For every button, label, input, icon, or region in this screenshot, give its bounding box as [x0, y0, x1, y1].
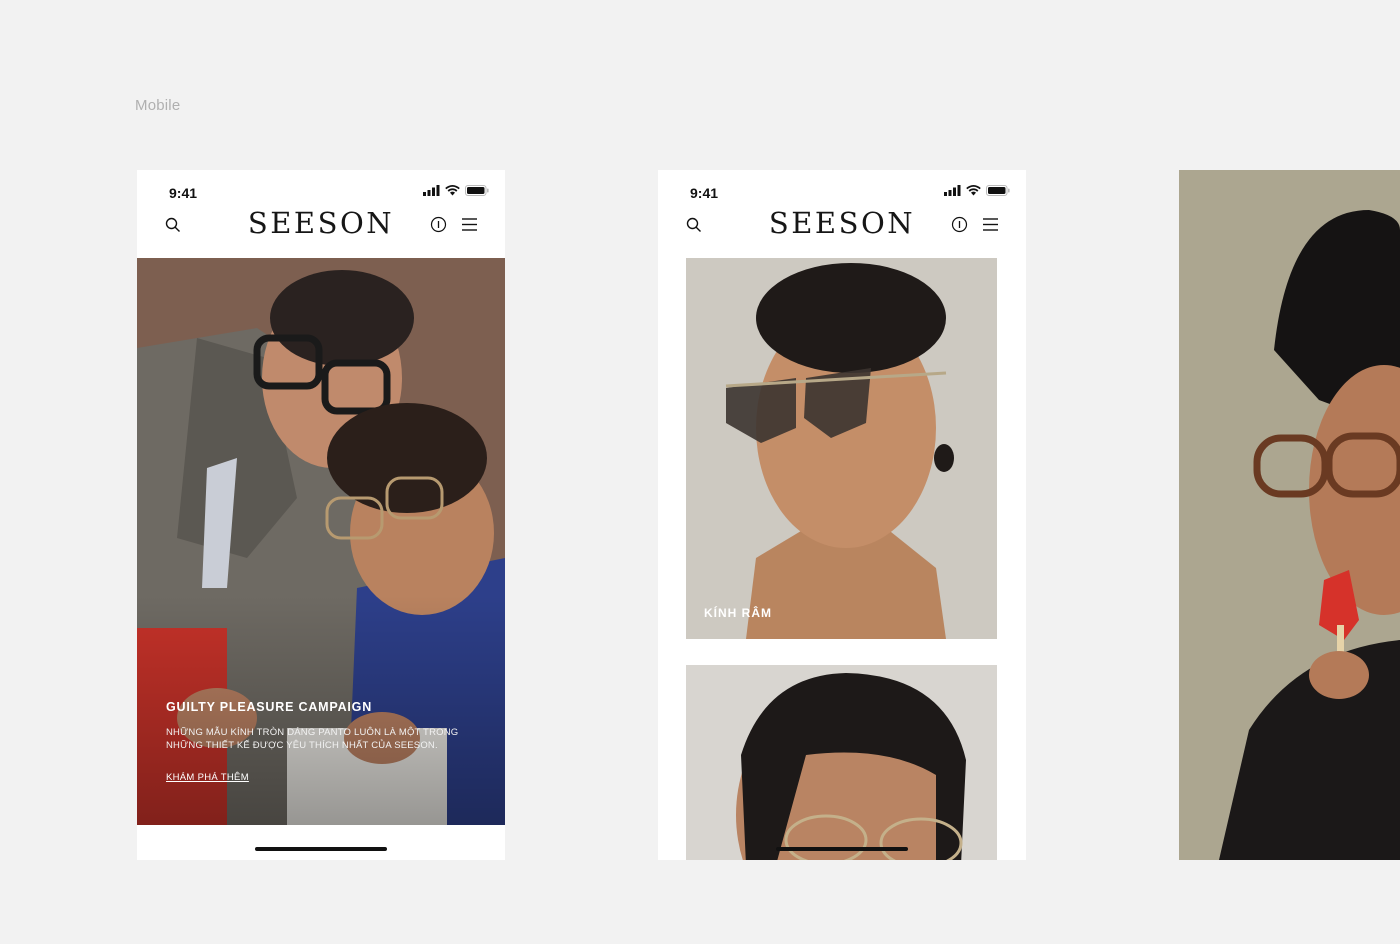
hero-description: NHỮNG MẪU KÍNH TRÒN DÁNG PANTO LUÔN LÀ M… [166, 727, 459, 751]
status-time: 9:41 [169, 185, 198, 201]
model-photo [1179, 170, 1400, 860]
phone-category-screen: 9:41 SEESON KÍNH RÂM [658, 170, 1026, 860]
battery-icon [465, 185, 489, 196]
status-icons [423, 185, 489, 196]
category-card-sunglasses[interactable]: KÍNH RÂM [686, 258, 997, 639]
menu-icon[interactable] [462, 218, 477, 231]
hero-title: GUILTY PLEASURE CAMPAIGN [166, 700, 373, 714]
optical-photo [686, 665, 997, 860]
campaign-photo-partial [1179, 170, 1400, 860]
info-icon[interactable] [430, 216, 447, 233]
info-icon[interactable] [951, 216, 968, 233]
category-card-next[interactable] [686, 665, 997, 860]
wifi-icon [966, 185, 981, 196]
signal-icon [423, 185, 440, 196]
home-indicator [776, 847, 908, 851]
status-icons [944, 185, 1010, 196]
status-time: 9:41 [690, 185, 719, 201]
section-label: Mobile [135, 97, 181, 114]
card-label-sunglasses: KÍNH RÂM [704, 606, 772, 620]
explore-more-link[interactable]: KHÁM PHÁ THÊM [166, 772, 249, 783]
sunglasses-photo [686, 258, 997, 639]
battery-icon [986, 185, 1010, 196]
brand-logo[interactable]: SEESON [137, 206, 505, 240]
brand-logo[interactable]: SEESON [658, 206, 1026, 240]
hero-campaign-banner[interactable]: GUILTY PLEASURE CAMPAIGN NHỮNG MẪU KÍNH … [137, 258, 505, 825]
phone-home-screen: 9:41 SEESON GUILTY PLEASURE CAMPAIGN NHỮ… [137, 170, 505, 860]
home-indicator [255, 847, 387, 851]
wifi-icon [445, 185, 460, 196]
signal-icon [944, 185, 961, 196]
menu-icon[interactable] [983, 218, 998, 231]
